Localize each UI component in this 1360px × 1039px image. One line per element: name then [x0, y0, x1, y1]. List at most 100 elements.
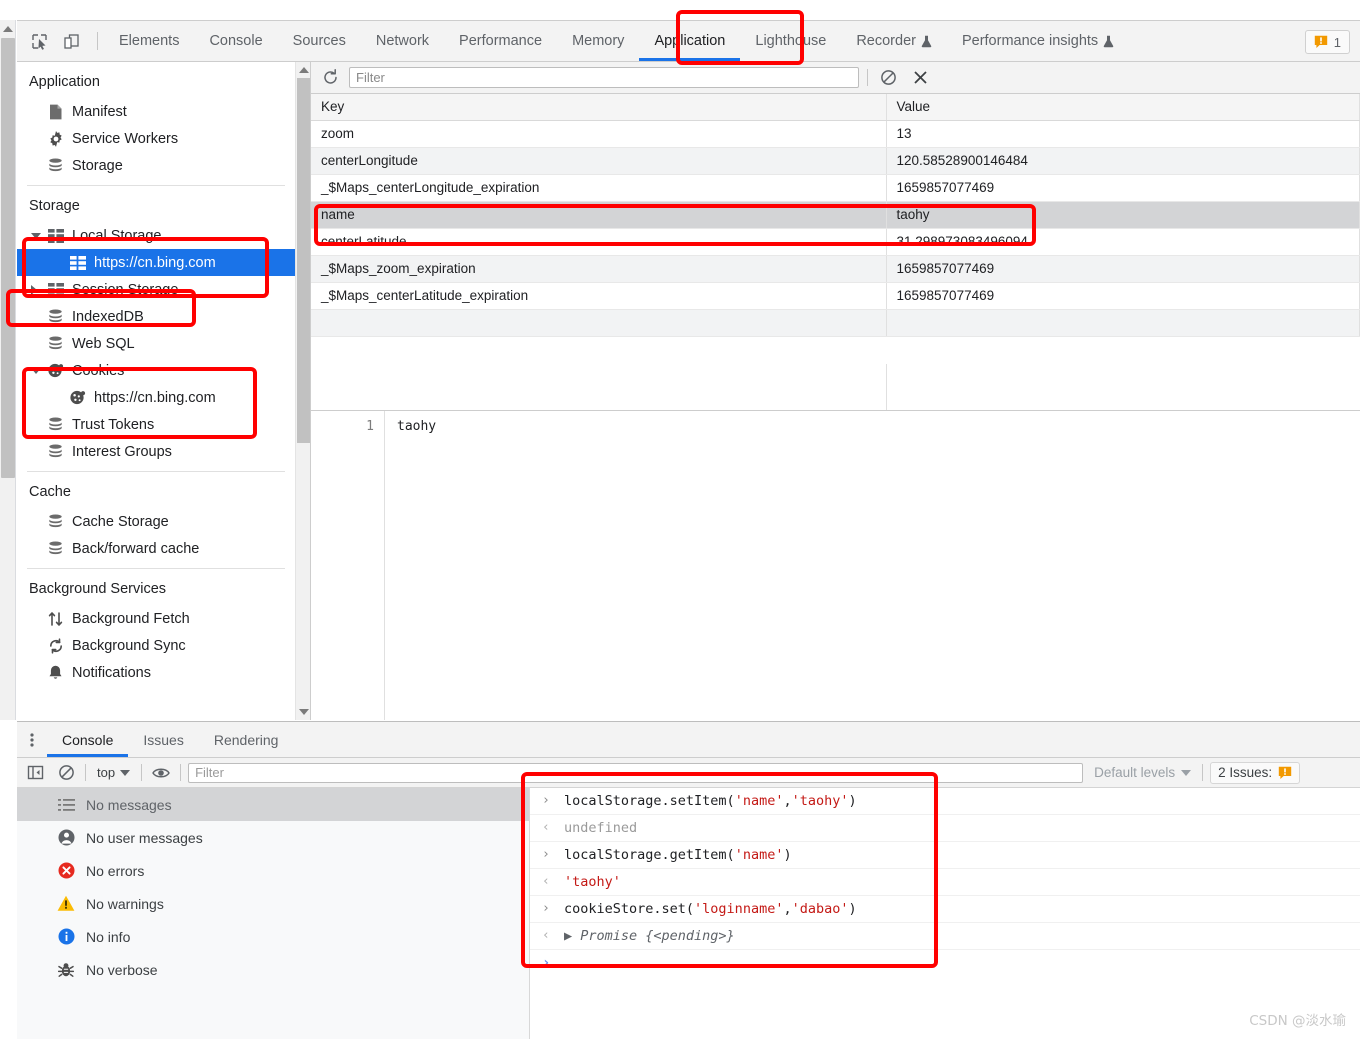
delete-selected-button[interactable]	[908, 66, 932, 90]
twisty-closed-icon[interactable]	[31, 284, 37, 295]
sidebar-item-cookies[interactable]: Cookies	[17, 357, 295, 384]
sidebar-item-trust-tokens[interactable]: Trust Tokens	[17, 411, 295, 438]
toggle-device-toolbar-button[interactable]	[57, 27, 85, 55]
storage-toolbar	[311, 62, 1360, 94]
console-sidebar-item[interactable]: No errors	[17, 854, 529, 887]
warning-count-label: 1	[1333, 34, 1341, 50]
cell-value[interactable]: taohy	[886, 201, 1360, 229]
console-message[interactable]: ‹ undefined	[530, 815, 1360, 842]
cell-key[interactable]: _$Maps_centerLatitude_expiration	[311, 282, 887, 310]
issues-button[interactable]: 2 Issues:	[1210, 761, 1301, 784]
tab-memory[interactable]: Memory	[557, 21, 639, 61]
tab-console[interactable]: Console	[194, 21, 277, 61]
cell-key[interactable]: centerLatitude	[311, 228, 887, 256]
live-expression-button[interactable]	[149, 761, 173, 785]
cell-key[interactable]: zoom	[311, 120, 887, 148]
cell-key[interactable]: _$Maps_zoom_expiration	[311, 255, 887, 283]
console-message[interactable]: › localStorage.setItem('name','taohy')	[530, 788, 1360, 815]
cell-value[interactable]	[886, 309, 1360, 337]
cell-key[interactable]	[311, 309, 887, 337]
console-message[interactable]: › localStorage.getItem('name')	[530, 842, 1360, 869]
sidebar-item-service-workers[interactable]: Service Workers	[17, 125, 295, 152]
page-scroll-up-arrow[interactable]	[0, 20, 16, 37]
cell-value[interactable]: 120.58528900146484	[886, 147, 1360, 175]
sidebar-item-storage[interactable]: Storage	[17, 152, 295, 179]
drawer-more-options-button[interactable]	[17, 722, 47, 757]
sidebar-item-cache-storage[interactable]: Cache Storage	[17, 508, 295, 535]
console-sidebar-item[interactable]: No warnings	[17, 887, 529, 920]
application-sidebar-wrap: Application Manifest Service Workers Storag…	[17, 62, 311, 720]
sidebar-item-interest-groups[interactable]: Interest Groups	[17, 438, 295, 465]
cell-value[interactable]: 1659857077469	[886, 174, 1360, 202]
clear-console-button[interactable]	[54, 761, 78, 785]
table-row[interactable]: _$Maps_centerLongitude_expiration 1659857…	[311, 174, 1360, 202]
sidebar-item-session-storage[interactable]: Session Storage	[17, 276, 295, 303]
cell-value[interactable]: 13	[886, 120, 1360, 148]
sidebar-item-https-cn-bing-com[interactable]: https://cn.bing.com	[17, 249, 295, 276]
refresh-button[interactable]	[319, 67, 341, 89]
sidebar-item-indexeddb[interactable]: IndexedDB	[17, 303, 295, 330]
tab-performance-insights[interactable]: Performance insights	[947, 21, 1129, 61]
table-row[interactable]: _$Maps_centerLatitude_expiration 16598570…	[311, 282, 1360, 310]
tab-recorder[interactable]: Recorder	[841, 21, 947, 61]
console-sidebar-item-label: No verbose	[86, 961, 158, 978]
table-row[interactable]: centerLongitude 120.58528900146484	[311, 147, 1360, 175]
drawer-tab-issues[interactable]: Issues	[128, 722, 198, 757]
console-message[interactable]: › cookieStore.set('loginname','dabao')	[530, 896, 1360, 923]
tab-lighthouse[interactable]: Lighthouse	[740, 21, 841, 61]
table-row[interactable]: zoom 13	[311, 120, 1360, 148]
twisty-open-icon[interactable]	[31, 367, 41, 374]
tab-performance[interactable]: Performance	[444, 21, 557, 61]
sidebar-item-web-sql[interactable]: Web SQL	[17, 330, 295, 357]
datagrid-column-divider[interactable]	[886, 364, 887, 410]
drawer-tabbar: Console Issues Rendering	[17, 722, 1360, 758]
warning-count-button[interactable]: 1	[1304, 30, 1350, 54]
sidebar-item-local-storage[interactable]: Local Storage	[17, 222, 295, 249]
tab-application[interactable]: Application	[639, 21, 741, 61]
tab-network[interactable]: Network	[361, 21, 444, 61]
inspect-element-button[interactable]	[25, 27, 53, 55]
cell-value[interactable]: 31.298973083496094	[886, 228, 1360, 256]
drawer-tab-rendering[interactable]: Rendering	[199, 722, 294, 757]
table-row[interactable]	[311, 309, 1360, 337]
log-levels-selector[interactable]: Default levels	[1090, 765, 1195, 780]
console-prompt-row[interactable]: ›	[530, 950, 1360, 975]
page-scrollbar[interactable]	[0, 20, 16, 720]
sidebar-scroll-thumb[interactable]	[297, 78, 310, 443]
console-message[interactable]: ‹ ▶ Promise {<pending>}	[530, 923, 1360, 950]
cell-key[interactable]: name	[311, 201, 887, 229]
sidebar-scrollbar[interactable]	[295, 62, 310, 720]
console-message[interactable]: ‹ 'taohy'	[530, 869, 1360, 896]
tab-sources[interactable]: Sources	[278, 21, 361, 61]
column-header-key[interactable]: Key	[311, 94, 887, 121]
sidebar-item-background-sync[interactable]: Background Sync	[17, 632, 295, 659]
column-header-value[interactable]: Value	[886, 94, 1360, 121]
console-sidebar-toggle-button[interactable]	[23, 761, 47, 785]
console-sidebar-item[interactable]: No user messages	[17, 821, 529, 854]
storage-filter-input[interactable]	[349, 67, 859, 88]
table-row[interactable]: _$Maps_zoom_expiration 1659857077469	[311, 255, 1360, 283]
console-filter-input[interactable]	[188, 762, 1084, 783]
cell-key[interactable]: centerLongitude	[311, 147, 887, 175]
sidebar-item-background-fetch[interactable]: Background Fetch	[17, 605, 295, 632]
page-scroll-thumb[interactable]	[1, 38, 15, 478]
cell-value[interactable]: 1659857077469	[886, 255, 1360, 283]
twisty-open-icon[interactable]	[31, 232, 41, 239]
sidebar-scroll-down-arrow[interactable]	[296, 704, 311, 720]
cell-value[interactable]: 1659857077469	[886, 282, 1360, 310]
sidebar-scroll-up-arrow[interactable]	[296, 62, 311, 78]
console-sidebar-item[interactable]: No info	[17, 920, 529, 953]
sidebar-item-manifest[interactable]: Manifest	[17, 98, 295, 125]
execution-context-selector[interactable]: top	[93, 765, 134, 780]
drawer-tab-console[interactable]: Console	[47, 722, 129, 757]
console-sidebar-item[interactable]: No verbose	[17, 953, 529, 986]
sidebar-item-notifications[interactable]: Notifications	[17, 659, 295, 686]
table-row[interactable]: name taohy	[311, 201, 1360, 229]
table-row[interactable]: centerLatitude 31.298973083496094	[311, 228, 1360, 256]
cell-key[interactable]: _$Maps_centerLongitude_expiration	[311, 174, 887, 202]
sidebar-item-back-forward-cache[interactable]: Back/forward cache	[17, 535, 295, 562]
tab-elements[interactable]: Elements	[104, 21, 194, 61]
console-sidebar-item[interactable]: No messages	[17, 788, 529, 821]
sidebar-item-https-cn-bing-com[interactable]: https://cn.bing.com	[17, 384, 295, 411]
clear-all-button[interactable]	[876, 66, 900, 90]
